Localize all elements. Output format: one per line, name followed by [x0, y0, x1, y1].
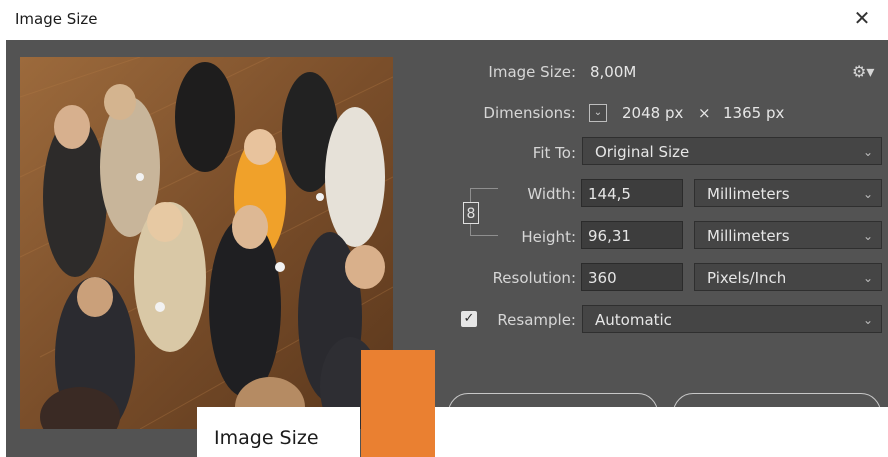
resolution-value: 360: [588, 269, 617, 287]
preview-photo: [20, 57, 393, 429]
gear-icon: ⚙▾: [852, 62, 875, 81]
width-input[interactable]: 144,5: [581, 179, 683, 207]
width-value: 144,5: [588, 185, 631, 203]
chevron-down-icon: ⌄: [862, 271, 873, 285]
width-label: Width:: [527, 185, 576, 203]
resolution-label: Resolution:: [492, 269, 576, 287]
link-icon: 8: [466, 206, 476, 222]
height-input[interactable]: 96,31: [581, 221, 683, 249]
tooltip: Image Size: [197, 407, 360, 457]
resample-value: Automatic: [595, 311, 672, 329]
resolution-unit-value: Pixels/Inch: [707, 269, 787, 287]
close-icon: ✕: [853, 6, 871, 30]
resolution-unit-select[interactable]: Pixels/Inch ⌄: [694, 263, 882, 291]
window-title: Image Size: [15, 10, 98, 28]
height-unit-value: Millimeters: [707, 227, 790, 245]
dimensions-label: Dimensions:: [483, 104, 576, 122]
bottom-white-area: [435, 407, 888, 457]
image-preview[interactable]: [20, 57, 393, 429]
resample-select[interactable]: Automatic ⌄: [582, 305, 882, 333]
check-icon: ✓: [463, 311, 475, 326]
width-unit-value: Millimeters: [707, 185, 790, 203]
dimensions-width: 2048 px: [622, 104, 684, 122]
close-button[interactable]: ✕: [850, 6, 874, 30]
constrain-proportions-button[interactable]: 8: [463, 202, 479, 224]
chevron-down-icon: ⌄: [862, 187, 873, 201]
dimensions-times: ×: [698, 104, 711, 122]
height-value: 96,31: [588, 227, 631, 245]
chevron-down-icon: ⌄: [862, 229, 873, 243]
height-label: Height:: [521, 228, 576, 246]
tooltip-text: Image Size: [214, 427, 319, 449]
chevron-down-icon: ⌄: [862, 145, 873, 159]
fit-to-value: Original Size: [595, 143, 690, 161]
width-unit-select[interactable]: Millimeters ⌄: [694, 179, 882, 207]
dimensions-dropdown-button[interactable]: ⌄: [589, 104, 607, 122]
dimensions-height: 1365 px: [723, 104, 785, 122]
fit-to-label: Fit To:: [532, 144, 576, 162]
resample-checkbox[interactable]: ✓: [461, 311, 477, 327]
image-size-value: 8,00M: [590, 63, 637, 81]
chevron-down-icon: ⌄: [862, 313, 873, 327]
resample-label: Resample:: [497, 311, 576, 329]
fit-to-select[interactable]: Original Size ⌄: [582, 137, 882, 165]
resolution-input[interactable]: 360: [581, 263, 683, 291]
image-size-label: Image Size:: [488, 63, 576, 81]
orange-highlight-block: [361, 350, 435, 457]
height-unit-select[interactable]: Millimeters ⌄: [694, 221, 882, 249]
title-bar: Image Size ✕: [0, 0, 888, 40]
settings-button[interactable]: ⚙▾: [852, 62, 878, 82]
chevron-down-icon: ⌄: [593, 107, 603, 118]
